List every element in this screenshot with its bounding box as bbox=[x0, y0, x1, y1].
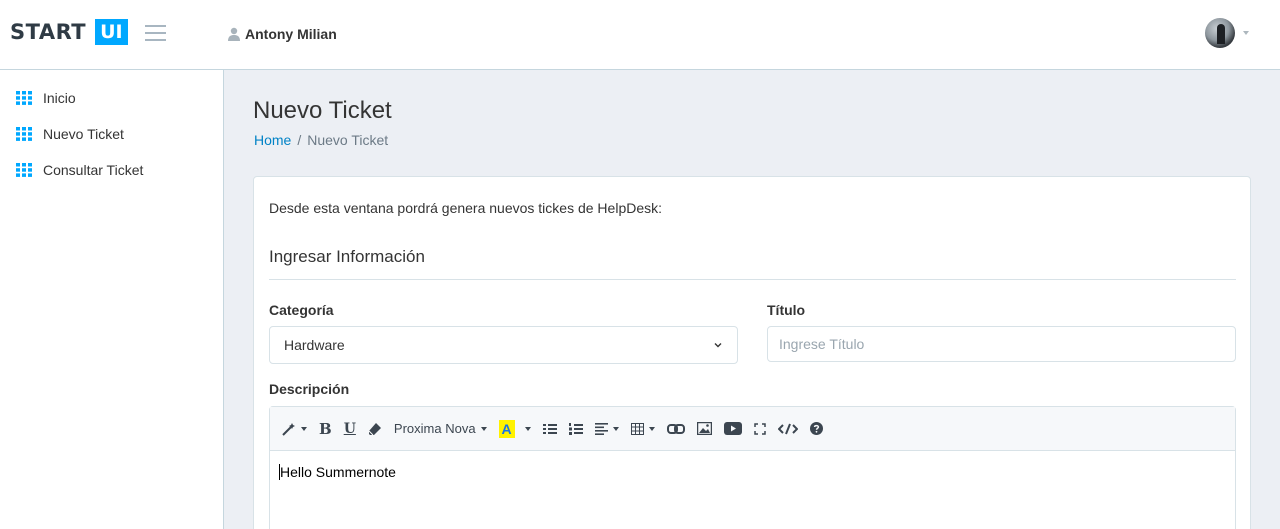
fullscreen-icon bbox=[753, 422, 766, 435]
link-icon bbox=[666, 423, 685, 434]
video-icon bbox=[723, 422, 742, 435]
code-view-button[interactable] bbox=[777, 418, 798, 440]
page-title: Nuevo Ticket bbox=[253, 97, 392, 124]
grid-icon bbox=[16, 163, 32, 177]
caret-icon bbox=[301, 426, 307, 431]
table-dropdown[interactable] bbox=[630, 418, 655, 440]
breadcrumb-separator: / bbox=[297, 132, 302, 148]
title-input[interactable] bbox=[767, 326, 1236, 362]
category-select[interactable]: Hardware bbox=[269, 326, 738, 364]
description-editor: B U Proxima Nova A Hello Summernote bbox=[269, 406, 1236, 529]
user-menu-dropdown[interactable] bbox=[1205, 18, 1249, 48]
magic-wand-icon bbox=[282, 422, 295, 436]
sidebar-item-label: Nuevo Ticket bbox=[43, 126, 124, 142]
sidebar-item-label: Inicio bbox=[43, 90, 76, 106]
help-button[interactable] bbox=[809, 418, 823, 440]
chevron-down-icon bbox=[714, 343, 722, 348]
category-label: Categoría bbox=[269, 302, 334, 318]
eraser-button[interactable] bbox=[368, 418, 382, 440]
hamburger-menu-icon[interactable] bbox=[145, 25, 166, 42]
breadcrumb: Home / Nuevo Ticket bbox=[254, 132, 388, 148]
user-name: Antony Milian bbox=[245, 26, 337, 42]
text-color-dropdown[interactable]: A bbox=[498, 418, 531, 440]
question-icon bbox=[809, 422, 823, 435]
link-button[interactable] bbox=[666, 418, 685, 440]
style-button[interactable] bbox=[282, 418, 307, 440]
title-label: Título bbox=[767, 302, 806, 318]
logo-badge: UI bbox=[95, 19, 128, 45]
editor-content-area[interactable]: Hello Summernote bbox=[270, 451, 1235, 493]
text-color-icon: A bbox=[498, 419, 515, 438]
editor-toolbar: B U Proxima Nova A bbox=[270, 407, 1235, 451]
category-selected-value: Hardware bbox=[284, 337, 345, 353]
sidebar: Inicio Nuevo Ticket Consultar Ticket bbox=[0, 70, 224, 529]
breadcrumb-home-link[interactable]: Home bbox=[254, 132, 291, 148]
logo-text: START bbox=[10, 20, 87, 44]
table-icon bbox=[630, 422, 644, 435]
caret-icon bbox=[612, 426, 619, 431]
image-button[interactable] bbox=[696, 418, 712, 440]
ordered-list-icon bbox=[568, 422, 583, 435]
section-title: Ingresar Información bbox=[269, 247, 425, 266]
sidebar-item-label: Consultar Ticket bbox=[43, 162, 144, 178]
unordered-list-icon bbox=[542, 423, 557, 434]
picture-icon bbox=[696, 422, 712, 435]
editor-text: Hello Summernote bbox=[280, 464, 396, 480]
paragraph-align-dropdown[interactable] bbox=[594, 418, 619, 440]
chevron-down-icon bbox=[1243, 31, 1249, 35]
user-icon bbox=[228, 27, 240, 41]
ticket-form-card: Desde esta ventana pordrá genera nuevos … bbox=[253, 176, 1251, 529]
caret-icon bbox=[524, 426, 531, 431]
section-divider bbox=[269, 279, 1236, 280]
video-button[interactable] bbox=[723, 418, 742, 440]
sidebar-item-inicio[interactable]: Inicio bbox=[0, 80, 223, 116]
user-info: Antony Milian bbox=[227, 26, 337, 42]
caret-icon bbox=[480, 426, 487, 431]
app-logo[interactable]: START UI bbox=[10, 19, 128, 45]
top-header: START UI Antony Milian bbox=[0, 0, 1280, 70]
grid-icon bbox=[16, 91, 32, 105]
align-left-icon bbox=[594, 422, 608, 435]
breadcrumb-current: Nuevo Ticket bbox=[307, 132, 389, 148]
sidebar-item-nuevo-ticket[interactable]: Nuevo Ticket bbox=[0, 116, 223, 152]
eraser-icon bbox=[368, 422, 381, 435]
fullscreen-button[interactable] bbox=[753, 418, 766, 440]
sidebar-item-consultar-ticket[interactable]: Consultar Ticket bbox=[0, 152, 223, 188]
caret-icon bbox=[648, 426, 655, 431]
font-family-label: Proxima Nova bbox=[393, 421, 476, 436]
bold-button[interactable]: B bbox=[319, 418, 332, 440]
ordered-list-button[interactable] bbox=[568, 418, 583, 440]
intro-text: Desde esta ventana pordrá genera nuevos … bbox=[269, 200, 663, 216]
grid-icon bbox=[16, 127, 32, 141]
unordered-list-button[interactable] bbox=[542, 418, 557, 440]
font-family-dropdown[interactable]: Proxima Nova bbox=[394, 418, 487, 440]
avatar[interactable] bbox=[1205, 18, 1235, 48]
underline-button[interactable]: U bbox=[344, 418, 356, 440]
description-label: Descripción bbox=[269, 381, 350, 397]
code-icon bbox=[777, 423, 798, 434]
